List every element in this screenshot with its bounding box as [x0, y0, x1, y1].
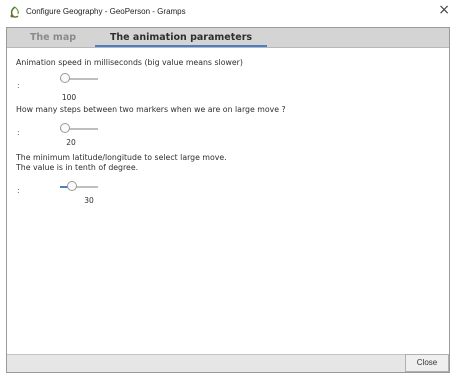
slider-knob[interactable] [60, 123, 70, 133]
colon-label: : [17, 81, 20, 90]
steps-between-markers-label: How many steps between two markers when … [16, 105, 286, 114]
min-latlon-label-line2: The value is in tenth of degree. [16, 163, 139, 172]
colon-label: : [17, 186, 20, 195]
window-title: Configure Geography - GeoPerson - Gramps [26, 7, 186, 16]
steps-value: 20 [66, 138, 76, 147]
title-bar: Configure Geography - GeoPerson - Gramps… [0, 0, 460, 26]
tab-the-map[interactable]: The map [15, 28, 91, 47]
tab-bar: The map The animation parameters [7, 28, 449, 48]
steps-slider[interactable] [60, 123, 98, 135]
button-bar: Close [7, 354, 449, 372]
animation-speed-value: 100 [61, 93, 77, 102]
colon-label: : [17, 128, 20, 137]
min-latlon-value: 30 [84, 196, 94, 205]
dialog-body: The map The animation parameters Animati… [6, 27, 450, 373]
min-latlon-slider[interactable] [60, 181, 98, 193]
slider-knob[interactable] [67, 181, 77, 191]
slider-knob[interactable] [60, 73, 70, 83]
animation-speed-label: Animation speed in milliseconds (big val… [16, 58, 243, 67]
tab-animation-parameters[interactable]: The animation parameters [95, 28, 267, 47]
animation-speed-slider[interactable] [60, 73, 98, 85]
close-button[interactable]: Close [405, 354, 449, 372]
close-icon[interactable]: × [438, 2, 450, 18]
min-latlon-label-line1: The minimum latitude/longitude to select… [16, 153, 227, 162]
gramps-icon [10, 6, 19, 18]
